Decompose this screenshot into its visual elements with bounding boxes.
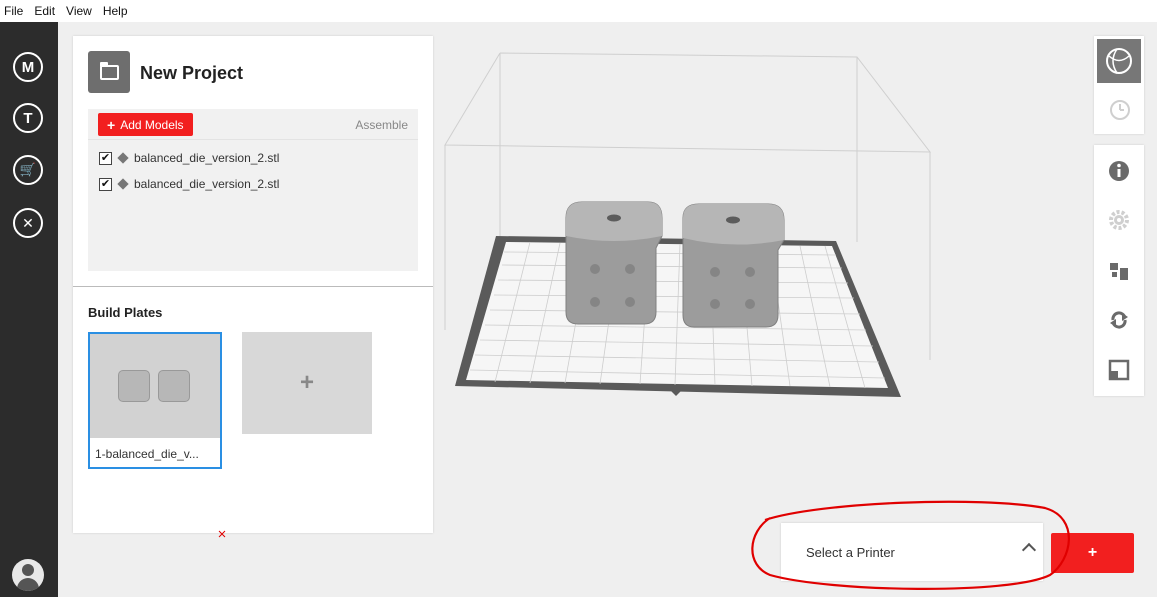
model-checkbox[interactable]: ✔ <box>99 151 112 165</box>
add-models-label: Add Models <box>120 117 184 132</box>
menu-bar: File Edit View Help <box>0 0 1157 22</box>
model-checkbox[interactable]: ✔ <box>99 177 112 191</box>
view-mode-selected[interactable] <box>1097 39 1141 83</box>
build-volume-frame <box>444 52 932 360</box>
view-mode-toolbar <box>1094 36 1144 134</box>
chevron-up-icon[interactable] <box>1021 542 1037 558</box>
model-name: balanced_die_version_2.stl <box>134 177 280 191</box>
plate-front-marker <box>670 390 682 396</box>
folder-icon <box>88 51 130 93</box>
scale-icon[interactable] <box>1107 358 1131 382</box>
plus-icon: + <box>107 116 116 133</box>
add-printer-button[interactable]: + <box>1051 533 1134 573</box>
add-models-button[interactable]: + Add Models <box>98 113 193 136</box>
model-row[interactable]: ✔ balanced_die_version_2.stl <box>99 150 279 166</box>
utilities-icon[interactable]: ✕ <box>13 208 43 238</box>
assemble-button[interactable]: Assemble <box>355 118 408 132</box>
menu-view[interactable]: View <box>66 4 92 18</box>
plate-thumbnail <box>90 334 220 438</box>
build-plate-grid <box>455 236 901 397</box>
menu-file[interactable]: File <box>4 4 23 18</box>
build-plate-card[interactable]: 1-balanced_die_v... <box>88 332 222 469</box>
rotate-icon[interactable] <box>1107 308 1131 332</box>
user-avatar[interactable] <box>12 559 44 591</box>
build-plates-title: Build Plates <box>88 305 163 320</box>
die-model[interactable] <box>565 201 663 325</box>
model-row[interactable]: ✔ balanced_die_version_2.stl <box>99 176 279 192</box>
info-icon[interactable] <box>1107 159 1131 183</box>
add-build-plate-button[interactable]: + <box>242 332 372 434</box>
plate-label: 1-balanced_die_v... <box>95 447 199 461</box>
project-panel: New Project + Add Models Assemble ✔ bala… <box>73 36 433 533</box>
menu-help[interactable]: Help <box>103 4 128 18</box>
menu-edit[interactable]: Edit <box>34 4 55 18</box>
thingiverse-icon[interactable]: T <box>13 103 43 133</box>
edit-toolbar <box>1094 145 1144 396</box>
store-icon[interactable]: 🛒 <box>13 155 43 185</box>
globe-icon <box>1106 48 1132 74</box>
die-model[interactable] <box>682 203 785 328</box>
left-nav-rail: M T 🛒 ✕ <box>0 22 58 597</box>
models-list: + Add Models Assemble ✔ balanced_die_ver… <box>88 109 418 271</box>
makerbot-icon[interactable]: M <box>13 52 43 82</box>
project-title[interactable]: New Project <box>140 63 243 84</box>
divider <box>73 286 433 287</box>
settings-icon[interactable] <box>1107 208 1131 232</box>
printer-select-label: Select a Printer <box>806 545 895 560</box>
model-name: balanced_die_version_2.stl <box>134 151 280 165</box>
arrange-icon[interactable] <box>1107 259 1131 283</box>
cube-icon <box>117 178 129 190</box>
printer-select[interactable]: Select a Printer <box>781 523 1043 581</box>
cube-icon <box>117 152 129 164</box>
print-preview-icon[interactable] <box>1107 98 1131 122</box>
